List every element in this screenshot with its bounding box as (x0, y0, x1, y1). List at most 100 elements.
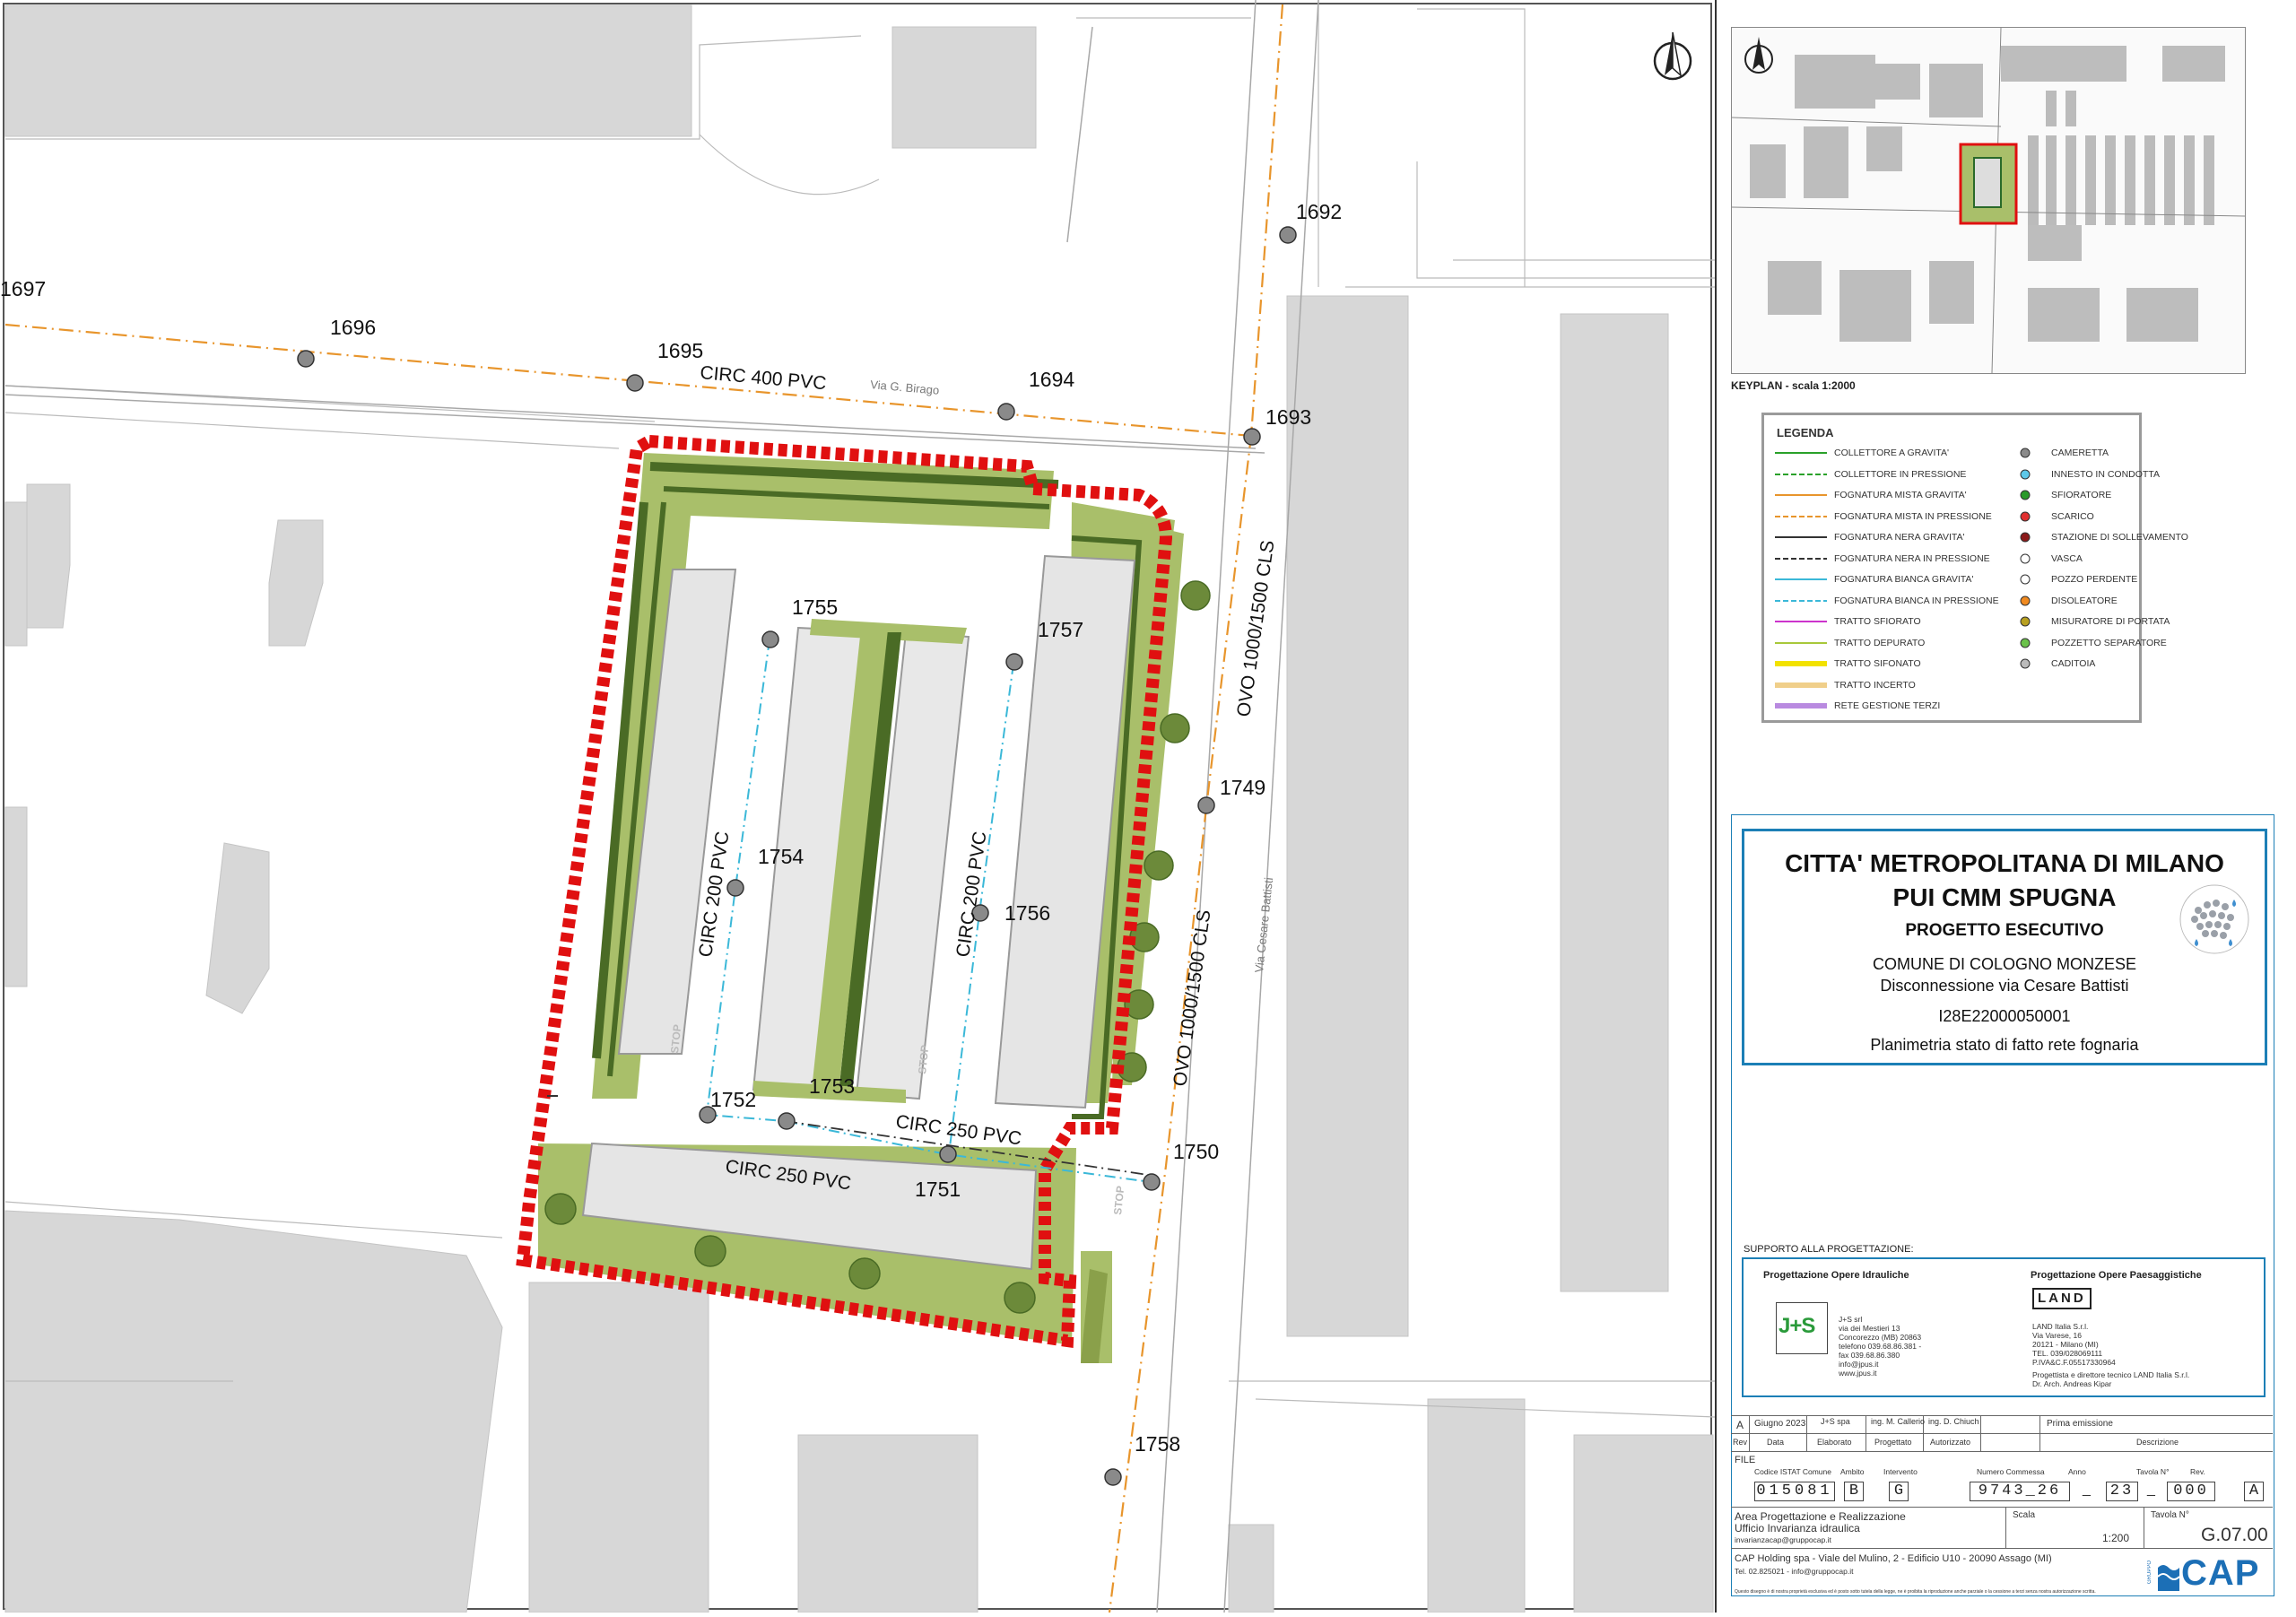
legend-symbol-label: SFIORATORE (2051, 490, 2112, 500)
manhole-label: 1697 (0, 277, 46, 300)
legend-line-item: FOGNATURA MISTA IN PRESSIONE (1773, 511, 1992, 522)
legend-symbol-item: SCARICO (2019, 511, 2094, 522)
file-header: Intervento (1883, 1467, 1918, 1476)
legend-symbol-item: POZZO PERDENTE (2019, 574, 2137, 585)
address-line: www.jpus.it (1839, 1369, 1877, 1378)
legend-line-item: FOGNATURA NERA IN PRESSIONE (1773, 553, 1990, 564)
rev-elaborated: J+S spa (1821, 1417, 1850, 1426)
manhole-label: 1754 (758, 845, 804, 868)
legend-line-item: TRATTO INCERTO (1773, 680, 1916, 691)
legend-line-label: COLLETTORE A GRAVITA' (1834, 448, 1950, 458)
legend-line-swatch (1775, 682, 1827, 688)
legend-symbol-item: INNESTO IN CONDOTTA (2019, 469, 2160, 480)
title-panel: KEYPLAN - scala 1:2000 LEGENDA COLLETTOR… (1715, 0, 2296, 1613)
legend-symbol-swatch (2020, 469, 2031, 480)
file-header: Ambito (1840, 1467, 1865, 1476)
legend-symbol-item: STAZIONE DI SOLLEVAMENTO (2019, 532, 2188, 543)
legend-line-item: FOGNATURA MISTA GRAVITA' (1773, 490, 1967, 500)
legend-line-label: FOGNATURA BIANCA GRAVITA' (1834, 574, 1974, 585)
revision-table: A Giugno 2023 J+S spa ing. M. Callerio i… (1731, 1415, 2273, 1453)
address-line: Dr. Arch. Andreas Kipar (2032, 1379, 2112, 1388)
office-email: invarianzacap@gruppocap.it (1735, 1535, 1831, 1544)
office-line-2: Ufficio Invarianza idraulica (1735, 1522, 1860, 1534)
legend-symbol-item: CAMERETTA (2019, 448, 2109, 458)
rev-header: Data (1767, 1438, 1785, 1447)
legend-line-label: TRATTO SIFONATO (1834, 658, 1921, 669)
manhole-label: 1752 (710, 1088, 756, 1111)
legend-line-item: TRATTO SIFONATO (1773, 658, 1921, 669)
legend-symbol-swatch (2020, 596, 2031, 606)
legend-line-swatch (1775, 641, 1827, 644)
legend-symbol-swatch (2020, 553, 2031, 564)
address-line: via dei Mestieri 13 (1839, 1324, 1900, 1333)
address-line: Via Varese, 16 (2032, 1331, 2082, 1340)
legend-title: LEGENDA (1777, 426, 1834, 439)
legend-line-swatch (1775, 536, 1827, 539)
legend-symbol-label: DISOLEATORE (2051, 595, 2118, 606)
manhole-label: 1757 (1038, 618, 1083, 641)
address-line: J+S srl (1839, 1315, 1863, 1324)
code-ambito: B (1844, 1482, 1864, 1501)
legend-line-label: FOGNATURA NERA GRAVITA' (1834, 532, 1965, 543)
tavola-value: G.07.00 (2201, 1525, 2268, 1545)
scale-value: 1:200 (2102, 1532, 2130, 1544)
manhole-label: 1751 (915, 1178, 961, 1201)
legend-symbol-item: POZZETTO SEPARATORE (2019, 638, 2167, 648)
land-director: Progettista e direttore tecnico LAND Ita… (2032, 1370, 2189, 1388)
rev-header: Autorizzato (1930, 1438, 1971, 1447)
rev-header: Rev (1733, 1438, 1748, 1447)
rev-authorized: ing. D. Chiuch (1928, 1417, 1979, 1426)
rev-date: Giugno 2023 (1754, 1419, 1806, 1429)
legend-symbol-label: MISURATORE DI PORTATA (2051, 616, 2170, 627)
legend-line-swatch (1775, 661, 1827, 667)
legend-symbol-label: INNESTO IN CONDOTTA (2051, 468, 2160, 480)
legend-line-label: COLLETTORE IN PRESSIONE (1834, 468, 1967, 480)
legend-symbol-item: CADITOIA (2019, 658, 2095, 669)
footer-block: Area Progettazione e Realizzazione Uffic… (1731, 1507, 2273, 1605)
legend-line-item: FOGNATURA BIANCA IN PRESSIONE (1773, 596, 1999, 606)
legend-symbol-item: VASCA (2019, 553, 2083, 564)
legend-line-item: TRATTO DEPURATO (1773, 638, 1925, 648)
code-intervento: G (1889, 1482, 1909, 1501)
manhole-label: 1694 (1029, 368, 1074, 391)
file-label: FILE (1735, 1455, 1756, 1465)
drawing-title: Planimetria stato di fatto rete fognaria (1870, 1036, 2139, 1054)
title-line-5: Disconnessione via Cesare Battisti (1880, 977, 2129, 995)
rev-header: Progettato (1874, 1438, 1912, 1447)
legend-symbol-swatch (2020, 574, 2031, 585)
code-commessa: 9743_26 (1970, 1482, 2070, 1501)
file-header: Rev. (2190, 1467, 2205, 1476)
rev-designed: ing. M. Callerio (1871, 1417, 1926, 1426)
address-line: LAND Italia S.r.l. (2032, 1322, 2089, 1331)
keyplan (1731, 27, 2246, 374)
legend-line-swatch (1775, 703, 1827, 709)
file-header: Tavola N° (2136, 1467, 2170, 1476)
js-logo: J+S (1776, 1302, 1828, 1354)
legend-symbol-swatch (2020, 658, 2031, 669)
legend-line-label: FOGNATURA MISTA IN PRESSIONE (1834, 510, 1992, 522)
land-address: LAND Italia S.r.l. Via Varese, 16 20121 - … (2032, 1322, 2116, 1367)
manhole-label: 1750 (1173, 1140, 1219, 1163)
title-box: CITTA' METROPOLITANA DI MILANO PUI CMM S… (1742, 829, 2267, 1065)
legend-symbol-swatch (2020, 448, 2031, 458)
address-line: P.IVA&C.F.05517330964 (2032, 1358, 2116, 1367)
legend-line-swatch (1775, 621, 1827, 623)
legend-symbol-label: SCARICO (2051, 510, 2094, 522)
legend-line-swatch (1775, 494, 1827, 497)
legend-line-item: TRATTO SFIORATO (1773, 616, 1921, 627)
manhole-label: 1755 (792, 596, 838, 619)
manhole-label: 1693 (1265, 405, 1311, 429)
hyd-title: Progettazione Opere Idrauliche (1763, 1270, 1909, 1281)
address-line: fax 039.68.86.380 (1839, 1351, 1900, 1360)
land-title: Progettazione Opere Paesaggistiche (2031, 1270, 2202, 1281)
file-header: Anno (2068, 1467, 2086, 1476)
cap-wave-icon (2157, 1565, 2179, 1591)
land-logo: LAND (2032, 1288, 2092, 1309)
code-anno: 23 (2106, 1482, 2138, 1501)
file-header: Codice ISTAT Comune (1754, 1467, 1831, 1476)
rev-header: Descrizione (2136, 1438, 2179, 1447)
support-heading: SUPPORTO ALLA PROGETTAZIONE: (1744, 1244, 1914, 1255)
company-address: CAP Holding spa - Viale del Mulino, 2 - … (1735, 1553, 2052, 1564)
manhole-label: 1695 (657, 339, 703, 362)
legend-line-label: TRATTO DEPURATO (1834, 637, 1926, 648)
